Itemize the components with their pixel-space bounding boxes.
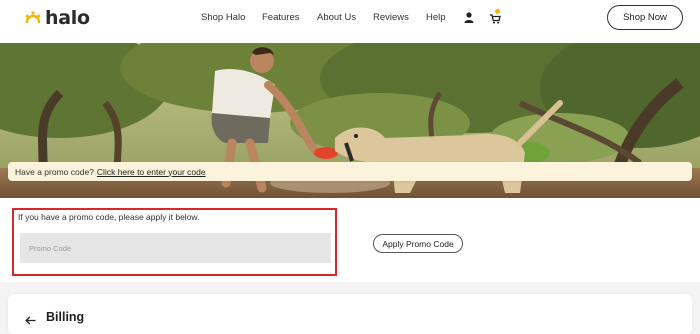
cart-badge [495, 9, 500, 14]
arrow-left-icon[interactable] [25, 312, 36, 330]
promo-banner-text: Have a promo code? [15, 166, 94, 177]
halo-sun-icon [25, 11, 41, 24]
nav-reviews[interactable]: Reviews [373, 12, 409, 23]
nav-about-us[interactable]: About Us [317, 12, 356, 23]
billing-section: Billing [8, 294, 692, 334]
billing-title: Billing [46, 310, 85, 324]
logo-text: halo [45, 7, 90, 29]
promo-banner: Have a promo code? Click here to enter y… [8, 162, 692, 181]
site-header: halo Shop Halo Features About Us Reviews… [0, 0, 700, 43]
user-icon[interactable] [464, 10, 474, 28]
cart-icon[interactable] [490, 9, 501, 29]
apply-promo-button[interactable]: Apply Promo Code [373, 234, 463, 253]
shop-now-button[interactable]: Shop Now [607, 5, 683, 30]
nav-features[interactable]: Features [262, 12, 300, 23]
hero-image: Have a promo code? Click here to enter y… [0, 43, 700, 198]
promo-instruction: If you have a promo code, please apply i… [18, 212, 200, 222]
nav-help[interactable]: Help [426, 12, 446, 23]
halo-logo[interactable]: halo [24, 6, 90, 30]
nav-shop-halo[interactable]: Shop Halo [201, 12, 245, 23]
enter-code-link[interactable]: Click here to enter your code [97, 167, 206, 177]
promo-code-input[interactable] [20, 233, 331, 263]
